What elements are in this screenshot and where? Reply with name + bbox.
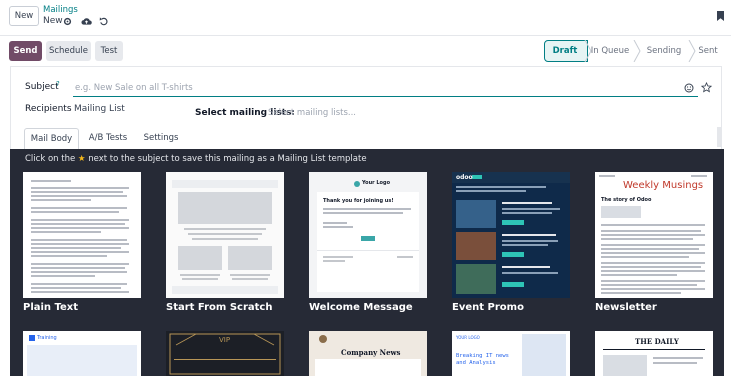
welcome-preview — [317, 181, 419, 292]
it-news-logo: YOUR LOGO — [456, 335, 480, 340]
template-it-news[interactable]: YOUR LOGO Breaking IT news and Analysis — [452, 331, 570, 376]
the-daily-title: THE DAILY — [635, 337, 679, 346]
welcome-heading: Thank you for joining us! — [323, 198, 394, 204]
undo-icon[interactable] — [99, 16, 108, 26]
template-newsletter-label: Newsletter — [595, 302, 657, 313]
scratch-preview — [172, 180, 278, 294]
star-icon: ★ — [77, 154, 86, 164]
send-button[interactable]: Send — [9, 41, 42, 61]
top-bar: New Mailings New — [0, 0, 731, 36]
hint-text-after: next to the subject to save this mailing… — [88, 154, 367, 164]
status-step-in-queue[interactable]: In Queue — [590, 41, 630, 61]
vip-title: VIP — [219, 336, 231, 344]
tab-settings[interactable]: Settings — [138, 128, 184, 150]
status-step-draft[interactable]: Draft — [546, 41, 584, 61]
gear-icon[interactable] — [63, 17, 72, 26]
template-the-daily[interactable]: THE DAILY — [595, 331, 713, 376]
emoji-picker-icon[interactable] — [684, 83, 694, 93]
subject-label: Subject — [25, 82, 59, 92]
template-event-promo[interactable]: odoo — [452, 172, 570, 298]
recipients-model-select[interactable]: Mailing List — [74, 104, 125, 114]
hint-text-before: Click on the — [25, 154, 76, 164]
template-welcome-message-label: Welcome Message — [309, 302, 413, 313]
breadcrumb-parent[interactable]: Mailings — [43, 5, 78, 15]
training-title: Training — [37, 335, 57, 341]
status-step-sending[interactable]: Sending — [643, 41, 685, 61]
newsletter-heading: Weekly Musings — [623, 180, 704, 191]
company-news-title: Company News — [341, 348, 401, 357]
it-news-title: Breaking IT news and Analysis — [456, 353, 509, 366]
event-brand-text: odoo — [456, 174, 473, 181]
cloud-upload-icon[interactable] — [81, 16, 92, 26]
form-scrollbar[interactable] — [717, 127, 722, 147]
breadcrumb-current: New — [43, 16, 63, 26]
subject-help-icon[interactable]: ? — [56, 80, 60, 88]
tab-ab-tests[interactable]: A/B Tests — [81, 128, 135, 150]
schedule-button[interactable]: Schedule — [46, 41, 91, 61]
template-newsletter[interactable]: Weekly Musings The story of Odoo — [595, 172, 713, 298]
newsletter-story-title: The story of Odoo — [601, 197, 652, 203]
template-hint: Click on the ★ next to the subject to sa… — [25, 154, 367, 164]
welcome-logo-text: Your Logo — [362, 180, 390, 186]
event-promo-preview — [452, 172, 570, 294]
template-vip[interactable]: VIP — [166, 331, 284, 376]
bookmark-icon[interactable] — [716, 10, 725, 22]
status-step-sent[interactable]: Sent — [695, 41, 721, 61]
new-button[interactable]: New — [9, 6, 39, 26]
template-plain-text-label: Plain Text — [23, 302, 79, 313]
subject-placeholder: e.g. New Sale on all T-shirts — [75, 83, 193, 93]
status-separator-icon — [633, 40, 641, 62]
mailing-lists-input[interactable]: Select mailing lists... — [268, 108, 356, 118]
template-plain-text[interactable] — [23, 172, 141, 298]
recipients-label: Recipients — [25, 104, 72, 114]
template-welcome-message[interactable]: Your Logo Thank you for joining us! — [309, 172, 427, 298]
mailing-form: Subject ? e.g. New Sale on all T-shirts … — [10, 66, 722, 150]
tab-mail-body[interactable]: Mail Body — [24, 128, 79, 150]
template-company-news[interactable]: Company News — [309, 331, 427, 376]
template-start-from-scratch-label: Start From Scratch — [166, 302, 273, 313]
plain-text-preview — [31, 180, 129, 293]
action-row: Send Schedule Test Draft In Queue Sendin… — [0, 36, 731, 66]
favorite-star-icon[interactable] — [701, 82, 712, 93]
test-button[interactable]: Test — [95, 41, 123, 61]
template-start-from-scratch[interactable] — [166, 172, 284, 298]
template-event-promo-label: Event Promo — [452, 302, 524, 313]
template-gallery: Click on the ★ next to the subject to sa… — [10, 149, 724, 376]
template-training[interactable]: Training — [23, 331, 141, 376]
